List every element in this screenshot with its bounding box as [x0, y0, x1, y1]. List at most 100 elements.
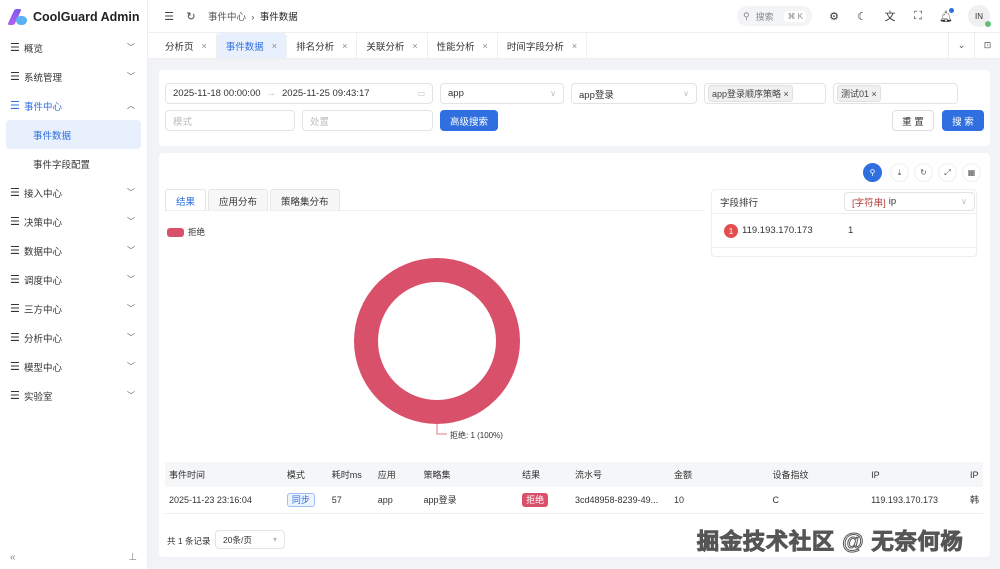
sidebar: CoolGuard Admin ☰ 概览 ﹀ ☰ 系统管理 ﹀ ☰ 事件中心 ︿ 事件数据 事件字段… — [0, 0, 148, 569]
sidebar-item[interactable]: ☰ 系统管理 ﹀ — [0, 62, 147, 91]
download-icon[interactable]: ⤓ — [890, 163, 909, 182]
tab[interactable]: 事件数据 × — [216, 33, 288, 58]
policy-select[interactable]: app登录顺序策略 × — [704, 83, 826, 104]
close-icon[interactable]: × — [784, 89, 789, 99]
column-header: 流水号 — [571, 462, 670, 487]
search-icon: ⚲ — [743, 10, 750, 21]
close-icon[interactable]: × — [202, 41, 207, 51]
tab[interactable]: 性能分析 × — [428, 33, 498, 58]
refresh-icon[interactable]: ↻ — [914, 163, 933, 182]
table-cell: app登录 — [419, 487, 519, 513]
close-icon[interactable]: × — [342, 41, 347, 51]
table-row[interactable]: 2025-11-23 23:16:04 同步 57 app app登录 拒绝 3cd4895… — [165, 487, 983, 513]
advanced-search-button[interactable]: 高级搜索 — [440, 110, 498, 131]
mode-input[interactable]: 模式 — [165, 110, 295, 131]
menu-icon: ☰ — [10, 390, 20, 402]
cell-text: 韩 — [969, 495, 979, 506]
tab-bar: 分析页 × 事件数据 × 排名分析 × 关联分析 × 性能分析 × 时间字段分析 × ⌄ ⊡ — [148, 33, 1000, 59]
sidebar-item[interactable]: ☰ 实验室 ﹀ — [0, 381, 147, 410]
sidebar-item[interactable]: ☰ 数据中心 ﹀ — [0, 236, 147, 265]
tab-label: 事件数据 — [225, 41, 264, 53]
maximize-icon[interactable]: ⊡ — [974, 33, 1000, 58]
sidebar-item-label: 分析中心 — [24, 333, 63, 345]
sidebar-item[interactable]: ☰ 决策中心 ﹀ — [0, 207, 147, 236]
rank-badge: 1 — [724, 223, 738, 238]
menu-icon: ☰ — [10, 245, 20, 257]
filter-card: 2025-11-18 00:00:00 → 2025-11-25 09:43:17 ▭… — [159, 70, 990, 146]
page-size-select[interactable]: 20条/页 ▾ — [215, 530, 285, 549]
close-icon[interactable]: × — [483, 41, 488, 51]
cell-text: app登录 — [423, 495, 457, 506]
tab-label: 时间字段分析 — [506, 41, 564, 53]
result-tab[interactable]: 结果 — [165, 189, 207, 211]
cell-text: 10 — [673, 494, 684, 505]
result-tab[interactable]: 应用分布 — [208, 189, 269, 211]
search-button[interactable]: 搜 索 — [942, 110, 984, 131]
chevron-up-icon: ︿ — [127, 101, 135, 110]
chart-legend[interactable]: 拒绝 — [167, 226, 205, 238]
sidebar-item[interactable]: ☰ 三方中心 ﹀ — [0, 294, 147, 323]
tab[interactable]: 分析页 × — [156, 33, 217, 58]
pin-icon[interactable]: ⊥ — [128, 552, 137, 563]
sidebar-item-label: 数据中心 — [24, 246, 63, 258]
column-header: 模式 — [282, 462, 328, 487]
settings-icon[interactable]: ⚙ — [822, 10, 846, 23]
cell-text: 119.193.170.173 — [871, 494, 938, 505]
chevron-down-icon: ﹀ — [127, 188, 135, 197]
close-icon[interactable]: × — [872, 89, 877, 99]
date-range-picker[interactable]: 2025-11-18 00:00:00 → 2025-11-25 09:43:17 ▭ — [165, 83, 433, 104]
search-icon[interactable]: ⚲ — [863, 163, 882, 182]
bell-icon[interactable]: 🔔︎ — [934, 7, 958, 23]
policy-set-select[interactable]: app登录 ∨ — [571, 83, 697, 104]
grid-icon[interactable]: ▦ — [962, 163, 981, 182]
chevron-down-icon: ﹀ — [127, 362, 135, 371]
label-leader-line — [436, 424, 447, 435]
sidebar-item[interactable]: ☰ 模型中心 ﹀ — [0, 352, 147, 381]
dark-mode-icon[interactable]: ☾ — [850, 10, 874, 23]
disposal-input[interactable]: 处置 — [302, 110, 433, 131]
close-icon[interactable]: × — [412, 41, 417, 51]
breadcrumb-item[interactable]: 事件中心 — [208, 12, 246, 23]
field-select[interactable]: [字符串] ip ∨ — [844, 192, 975, 211]
policy-tag-label: app登录顺序策略 — [712, 89, 782, 99]
total-count: 共 1 条记录 — [167, 536, 211, 546]
logo[interactable]: CoolGuard Admin — [0, 0, 147, 33]
ranking-row: 1 119.193.170.173 1 — [712, 214, 976, 248]
sidebar-subitem[interactable]: 事件字段配置 — [6, 149, 141, 178]
search-input[interactable]: ⚲ 搜索 ⌘ K — [737, 6, 812, 26]
app-select[interactable]: app ∨ — [440, 83, 564, 104]
tab[interactable]: 排名分析 × — [287, 33, 358, 58]
sidebar-item[interactable]: ☰ 接入中心 ﹀ — [0, 178, 147, 207]
rule-select[interactable]: 测试01 × — [833, 83, 958, 104]
result-tab[interactable]: 策略集分布 — [270, 189, 340, 211]
reset-button[interactable]: 重 置 — [892, 110, 934, 131]
translate-icon[interactable]: 文 — [878, 8, 902, 24]
column-header: 设备指纹 — [768, 462, 868, 487]
tab[interactable]: 关联分析 × — [357, 33, 428, 58]
sidebar-subitem[interactable]: 事件数据 — [6, 120, 141, 149]
donut-slice[interactable] — [354, 258, 520, 424]
sidebar-item[interactable]: ☰ 事件中心 ︿ — [0, 91, 147, 120]
mode-badge: 同步 — [286, 493, 315, 508]
table-cell: 57 — [327, 487, 374, 513]
chevron-down-icon[interactable]: ⌄ — [948, 33, 974, 58]
expand-icon[interactable]: ⤢ — [938, 163, 957, 182]
chevron-down-icon: ﹀ — [127, 275, 135, 284]
menu-toggle-icon[interactable]: ☰ — [158, 10, 180, 23]
close-icon[interactable]: × — [272, 41, 277, 51]
cell-text: 57 — [331, 494, 342, 505]
avatar[interactable]: IN — [968, 5, 991, 27]
sidebar-item[interactable]: ☰ 调度中心 ﹀ — [0, 265, 147, 294]
app-title: CoolGuard Admin — [33, 9, 140, 24]
fullscreen-icon[interactable]: ⛶ — [906, 10, 930, 23]
sidebar-item[interactable]: ☰ 概览 ﹀ — [0, 33, 147, 62]
column-header: IP — [965, 462, 983, 487]
column-header: IP — [867, 462, 966, 487]
field-type: [字符串] — [852, 197, 886, 209]
close-icon[interactable]: × — [572, 41, 577, 51]
refresh-icon[interactable]: ↻ — [180, 10, 202, 23]
collapse-sidebar-icon[interactable]: « — [10, 552, 16, 563]
tab[interactable]: 时间字段分析 × — [498, 33, 588, 58]
sidebar-item-label: 实验室 — [24, 391, 53, 403]
sidebar-item[interactable]: ☰ 分析中心 ﹀ — [0, 323, 147, 352]
